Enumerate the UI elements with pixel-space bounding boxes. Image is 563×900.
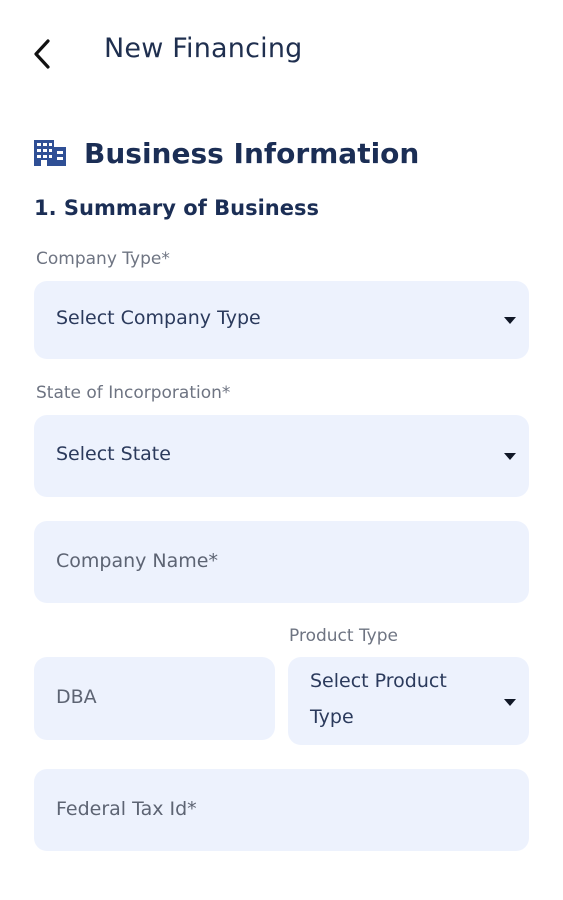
company-type-value: Select Company Type — [56, 307, 261, 329]
new-financing-screen: New Financing Business Information 1. Su… — [0, 0, 563, 900]
chevron-left-icon — [34, 39, 50, 69]
state-of-incorporation-select[interactable]: Select State — [34, 415, 529, 497]
back-button[interactable] — [24, 34, 60, 74]
dba-placeholder: DBA — [56, 686, 97, 708]
product-type-value-line2: Type — [310, 706, 354, 728]
section-title: Business Information — [84, 136, 420, 170]
company-type-select[interactable]: Select Company Type — [34, 281, 529, 359]
dropdown-arrow-icon — [504, 317, 516, 324]
dropdown-arrow-icon — [504, 699, 516, 706]
product-type-value-line1: Select Product — [310, 670, 447, 692]
dba-field[interactable]: DBA — [34, 657, 275, 740]
federal-tax-id-placeholder: Federal Tax Id* — [56, 798, 197, 820]
federal-tax-id-field[interactable]: Federal Tax Id* — [34, 769, 529, 851]
section-heading: Business Information — [33, 133, 419, 173]
subsection-title: 1. Summary of Business — [34, 196, 319, 220]
product-type-select[interactable]: Select Product Type — [288, 657, 529, 745]
company-name-placeholder: Company Name* — [56, 550, 218, 572]
company-name-field[interactable]: Company Name* — [34, 521, 529, 603]
company-type-label: Company Type* — [36, 249, 170, 269]
product-type-label: Product Type — [289, 626, 398, 646]
state-value: Select State — [56, 443, 171, 465]
app-header: New Financing — [0, 0, 563, 105]
state-of-incorporation-label: State of Incorporation* — [36, 383, 231, 403]
page-title: New Financing — [104, 33, 303, 64]
dropdown-arrow-icon — [504, 453, 516, 460]
building-icon — [33, 138, 67, 168]
